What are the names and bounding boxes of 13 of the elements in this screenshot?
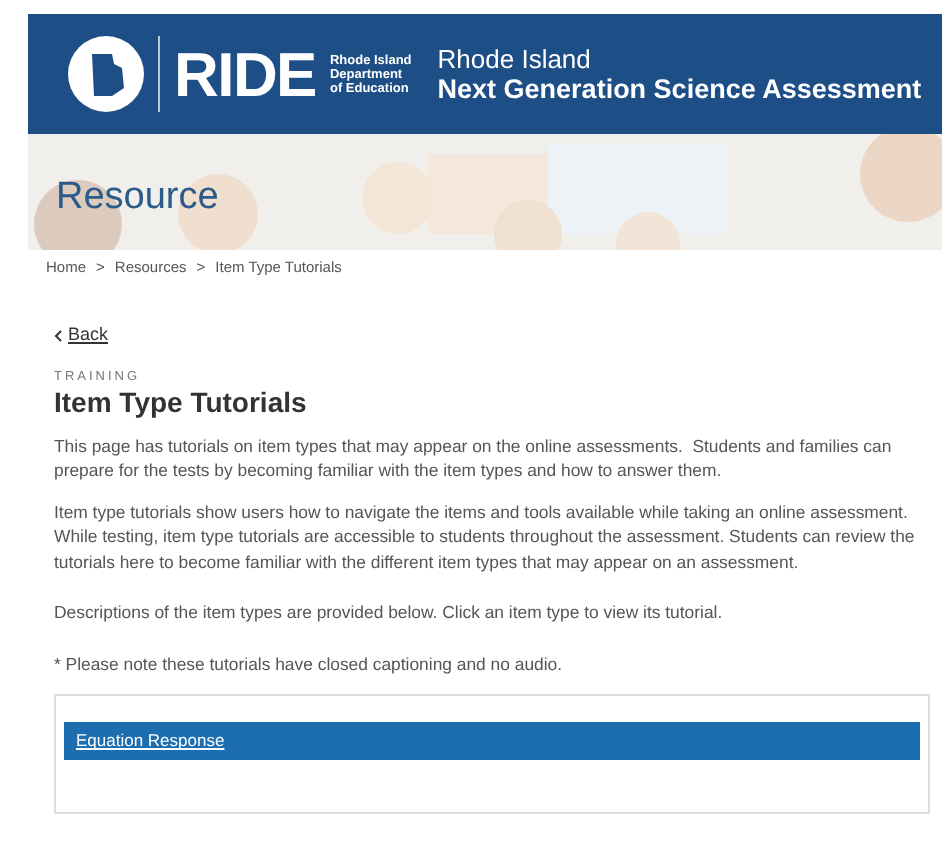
site-title: Rhode Island [437, 43, 593, 73]
body-paragraph: Item type tutorials show users how to navigate the items and tools available while taking an online assessment. While testing, item type tutorials are accessible to students throughout the assessment. Students can review the tutorials here to become familiar with the different item types that may appear on an assessment. [54, 499, 917, 575]
banner-title: Resource [56, 174, 219, 222]
logo-text: RIDE [174, 43, 316, 105]
state-map-logo-icon [68, 36, 144, 112]
body-paragraph: * Please note these tutorials have closed captioning and no audio. [54, 651, 565, 677]
body-paragraph: Descriptions of the item types are provided below. Click an item type to view its tutorial. [54, 600, 725, 626]
back-link[interactable]: Back [54, 322, 109, 350]
chevron-left-icon [54, 330, 62, 342]
body-paragraph: This page has tutorials on item types that may appear on the online assessments. Students and families can prepare for the tests by becoming familiar with the item types and how to answer them. [54, 433, 894, 484]
site-subtitle: Next Generation Science Assessment [437, 73, 922, 105]
page-title: Item Type Tutorials [54, 385, 309, 420]
accordion-header[interactable]: Equation Response [64, 722, 920, 765]
